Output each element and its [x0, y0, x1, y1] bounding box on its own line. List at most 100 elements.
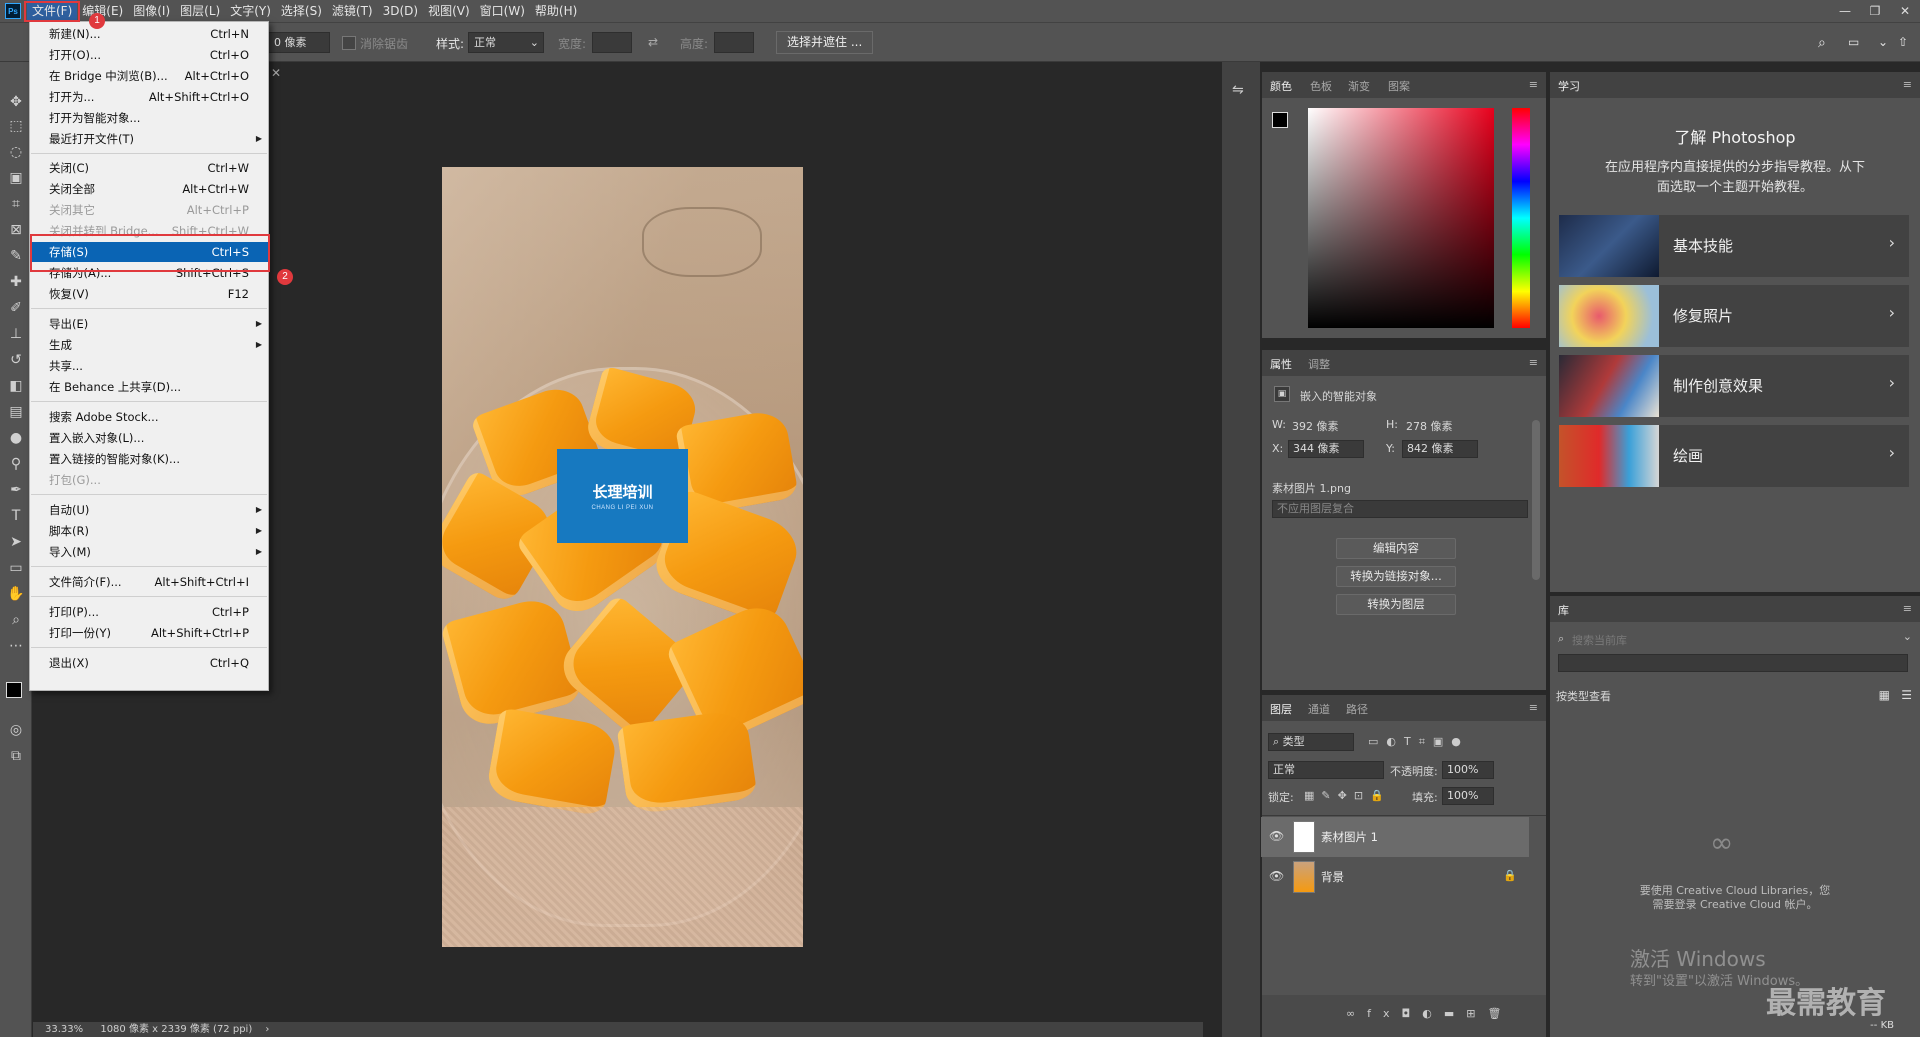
color-picker-field[interactable] — [1308, 108, 1494, 328]
photoshop-logo-icon[interactable]: Ps — [5, 3, 21, 19]
tab-adjustments[interactable]: 调整 — [1308, 356, 1330, 372]
menu-item-scripts[interactable]: 脚本(R) ▶ — [30, 521, 268, 541]
path-select-tool-icon[interactable]: ➤ — [6, 532, 26, 552]
convert-to-layers-button[interactable]: 转换为图层 — [1336, 594, 1456, 615]
menu-item-import[interactable]: 导入(M) ▶ — [30, 542, 268, 562]
menu-item-automate[interactable]: 自动(U) ▶ — [30, 500, 268, 520]
chevron-down-icon[interactable]: ⌄ — [1878, 35, 1888, 49]
restore-icon[interactable]: ❐ — [1860, 0, 1890, 22]
zoom-level[interactable]: 33.33% — [45, 1024, 83, 1035]
healing-brush-tool-icon[interactable]: ✚ — [6, 272, 26, 292]
dodge-tool-icon[interactable]: ⚲ — [6, 454, 26, 474]
menu-item-open-as[interactable]: 打开为... Alt+Shift+Ctrl+O — [30, 87, 268, 107]
width-input[interactable] — [592, 32, 632, 53]
menu-image[interactable]: 图像(I) — [128, 0, 175, 22]
grid-view-icon[interactable]: ▦ — [1879, 688, 1890, 702]
menu-item-share-behance[interactable]: 在 Behance 上共享(D)... — [30, 377, 268, 397]
menu-help[interactable]: 帮助(H) — [530, 0, 582, 22]
menu-item-file-info[interactable]: 文件简介(F)... Alt+Shift+Ctrl+I — [30, 572, 268, 592]
tab-channels[interactable]: 通道 — [1308, 701, 1330, 717]
feather-input[interactable]: 0 像素 — [268, 32, 330, 53]
list-view-icon[interactable]: ☰ — [1901, 688, 1912, 702]
select-and-mask-button[interactable]: 选择并遮住 ... — [776, 31, 874, 54]
panel-menu-icon[interactable]: ≡ — [1903, 602, 1912, 615]
search-icon[interactable]: ⌕ — [1818, 35, 1826, 51]
tab-gradients[interactable]: 渐变 — [1348, 78, 1370, 94]
close-icon[interactable]: ✕ — [1890, 0, 1920, 22]
zoom-tool-icon[interactable]: ⌕ — [6, 610, 26, 630]
logo-layer[interactable]: 长理培训 CHANG LI PEI XUN — [557, 449, 688, 543]
library-search-input[interactable]: 搜索当前库 — [1572, 632, 1627, 648]
screen-mode-icon[interactable]: ⧉ — [6, 746, 26, 766]
height-input[interactable] — [714, 32, 754, 53]
layer-name[interactable]: 素材图片 1 — [1321, 829, 1378, 845]
menu-item-close[interactable]: 关闭(C) Ctrl+W — [30, 158, 268, 178]
menu-select[interactable]: 选择(S) — [276, 0, 327, 22]
layer-action-icons[interactable]: ∞fx◘◐▬⊞🗑 — [1346, 1007, 1513, 1020]
menu-item-recent-files[interactable]: 最近打开文件(T) ▶ — [30, 129, 268, 149]
document-canvas[interactable]: 长理培训 CHANG LI PEI XUN — [442, 167, 803, 947]
y-value-input[interactable]: 842 像素 — [1402, 440, 1478, 458]
share-icon[interactable]: ⇧ — [1898, 35, 1908, 49]
panel-menu-icon[interactable]: ≡ — [1529, 356, 1538, 369]
x-value-input[interactable]: 344 像素 — [1288, 440, 1364, 458]
clone-stamp-tool-icon[interactable]: ⊥ — [6, 324, 26, 344]
swap-icon[interactable]: ⇄ — [648, 35, 658, 49]
menu-window[interactable]: 窗口(W) — [475, 0, 530, 22]
hand-tool-icon[interactable]: ✋ — [6, 584, 26, 604]
layer-row[interactable]: 👁 背景 🔒 — [1261, 857, 1529, 897]
menu-item-search-stock[interactable]: 搜索 Adobe Stock... — [30, 407, 268, 427]
layer-filter-select[interactable]: ⌕ 类型 — [1268, 733, 1354, 751]
menu-item-close-all[interactable]: 关闭全部 Alt+Ctrl+W — [30, 179, 268, 199]
panel-scrollbar[interactable] — [1532, 420, 1540, 580]
panel-menu-icon[interactable]: ≡ — [1529, 701, 1538, 714]
history-panel-icon[interactable]: ⇋ — [1232, 82, 1244, 98]
learn-card-painting[interactable]: 绘画 › — [1559, 425, 1909, 487]
library-select[interactable] — [1558, 654, 1908, 672]
convert-to-linked-button[interactable]: 转换为链接对象... — [1336, 566, 1456, 587]
tab-patterns[interactable]: 图案 — [1388, 78, 1410, 94]
foreground-color-swatch[interactable] — [6, 682, 22, 698]
eye-icon[interactable]: 👁 — [1269, 829, 1284, 843]
opacity-input[interactable]: 100% — [1442, 761, 1494, 779]
menu-item-generate[interactable]: 生成 ▶ — [30, 335, 268, 355]
menu-type[interactable]: 文字(Y) — [225, 0, 276, 22]
blend-mode-select[interactable]: 正常 — [1268, 761, 1384, 779]
document-tab-close-icon[interactable]: ✕ — [268, 62, 284, 84]
learn-card-basic-skills[interactable]: 基本技能 › — [1559, 215, 1909, 277]
menu-item-share[interactable]: 共享... — [30, 356, 268, 376]
workspace-icon[interactable]: ▭ — [1848, 35, 1859, 49]
quick-mask-icon[interactable]: ◎ — [6, 720, 26, 740]
menu-item-revert[interactable]: 恢复(V) F12 — [30, 284, 268, 304]
eraser-tool-icon[interactable]: ◧ — [6, 376, 26, 396]
chevron-right-icon[interactable]: › — [265, 1024, 269, 1035]
tab-libraries[interactable]: 库 — [1558, 602, 1569, 618]
layer-comp-select[interactable]: 不应用图层复合 — [1272, 500, 1528, 518]
fill-input[interactable]: 100% — [1442, 787, 1494, 805]
learn-card-creative-effects[interactable]: 制作创意效果 › — [1559, 355, 1909, 417]
history-brush-tool-icon[interactable]: ↺ — [6, 350, 26, 370]
blur-tool-icon[interactable]: ● — [6, 428, 26, 448]
menu-item-browse-bridge[interactable]: 在 Bridge 中浏览(B)... Alt+Ctrl+O — [30, 66, 268, 86]
panel-menu-icon[interactable]: ≡ — [1903, 78, 1912, 91]
lasso-tool-icon[interactable]: ◌ — [6, 142, 26, 162]
move-tool-icon[interactable]: ✥ — [6, 92, 26, 112]
height-value[interactable]: 278 像素 — [1406, 418, 1453, 434]
width-value[interactable]: 392 像素 — [1292, 418, 1339, 434]
tab-swatches[interactable]: 色板 — [1310, 78, 1332, 94]
view-by-type[interactable]: 按类型查看 — [1556, 688, 1611, 704]
layer-name[interactable]: 背景 — [1321, 869, 1344, 885]
marquee-tool-icon[interactable]: ⬚ — [6, 116, 26, 136]
tab-paths[interactable]: 路径 — [1346, 701, 1368, 717]
chevron-down-icon[interactable]: ⌄ — [1903, 630, 1912, 643]
learn-card-fix-photo[interactable]: 修复照片 › — [1559, 285, 1909, 347]
menu-item-export[interactable]: 导出(E) ▶ — [30, 314, 268, 334]
menu-item-open-smart-object[interactable]: 打开为智能对象... — [30, 108, 268, 128]
minimize-icon[interactable]: — — [1830, 0, 1860, 22]
lock-icons[interactable]: ▦✎✥⊡🔒 — [1304, 789, 1391, 802]
menu-3d[interactable]: 3D(D) — [378, 0, 423, 22]
tab-properties[interactable]: 属性 — [1270, 356, 1292, 372]
tab-learn[interactable]: 学习 — [1558, 78, 1580, 94]
menu-item-print[interactable]: 打印(P)... Ctrl+P — [30, 602, 268, 622]
layer-filter-icons[interactable]: ▭◐T⌗▣● — [1368, 735, 1469, 749]
